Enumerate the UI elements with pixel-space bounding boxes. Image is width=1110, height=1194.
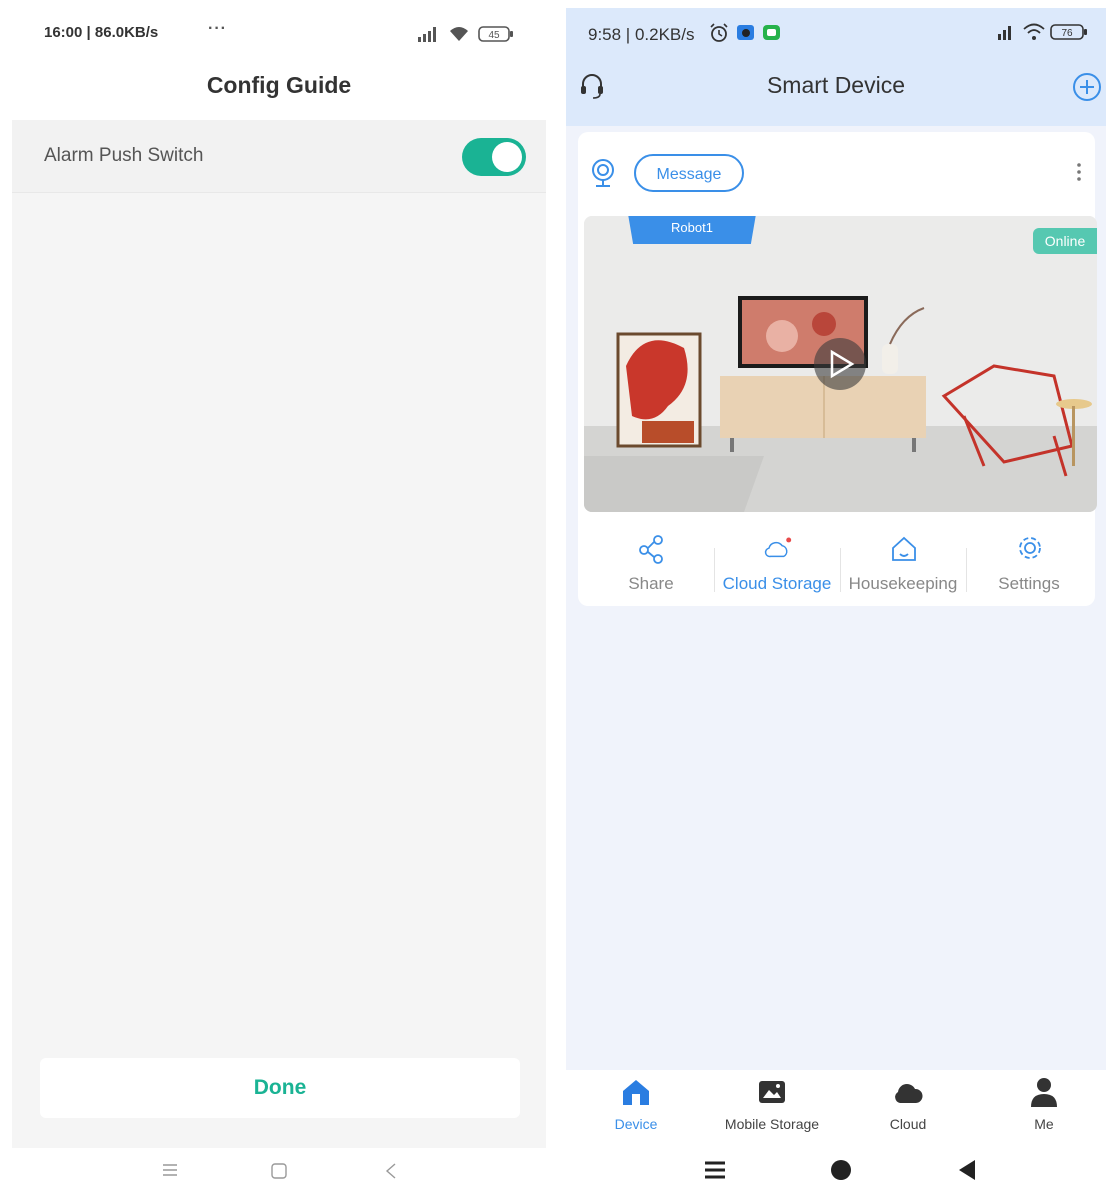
cloud-icon	[895, 1084, 923, 1103]
tab-device[interactable]: Device	[576, 1070, 696, 1146]
home-button-icon[interactable]	[830, 1159, 852, 1181]
camera-preview[interactable]: Robot1 Online	[584, 216, 1097, 512]
message-button[interactable]: Message	[634, 154, 744, 192]
share-icon	[639, 535, 663, 564]
device-actions: Share Cloud Storage Housekeeping Setting…	[578, 530, 1095, 602]
alarm-push-row: Alarm Push Switch	[12, 120, 546, 193]
done-button[interactable]: Done	[40, 1058, 520, 1118]
housekeeping-action[interactable]: Housekeeping	[840, 530, 966, 602]
bottom-tab-bar: Device Mobile Storage Cloud Me	[566, 1070, 1106, 1146]
battery-level: 45	[488, 30, 500, 41]
tab-cloud-label: Cloud	[889, 1116, 927, 1132]
battery-icon: 76	[1050, 24, 1087, 40]
menu-icon[interactable]	[704, 1160, 726, 1180]
device-card: Message Robot1 Online Share Cloud Storag…	[578, 132, 1097, 606]
signal-icon	[998, 26, 1011, 40]
housekeeping-label: Housekeeping	[848, 574, 958, 593]
alarm-clock-icon	[710, 23, 728, 42]
status-time: 16:00 | 86.0KB/s	[44, 24, 159, 41]
more-options-icon[interactable]	[1077, 162, 1081, 182]
config-guide-screen: 16:00 | 86.0KB/s ··· 45 Config Guide Ala…	[10, 8, 548, 1194]
cloud-icon	[764, 537, 792, 558]
page-title: Config Guide	[206, 72, 352, 98]
toggle-knob	[492, 142, 522, 172]
chat-notification-icon	[763, 25, 780, 40]
tab-device-label: Device	[614, 1116, 658, 1132]
wifi-icon	[1023, 23, 1045, 40]
smart-device-screen: 9:58 | 0.2KB/s 76 Smart Device Message R…	[566, 8, 1106, 1194]
battery-level: 76	[1061, 28, 1073, 39]
camera-icon	[592, 159, 614, 187]
home-icon	[892, 536, 916, 561]
wifi-icon	[450, 27, 468, 41]
tab-me-label: Me	[1034, 1116, 1054, 1132]
cloud-storage-action[interactable]: Cloud Storage	[714, 530, 840, 602]
alarm-push-label: Alarm Push Switch	[44, 145, 204, 166]
share-action[interactable]: Share	[588, 530, 714, 602]
tab-me[interactable]: Me	[984, 1070, 1104, 1146]
settings-action[interactable]: Settings	[966, 530, 1092, 602]
app-notification-icon	[737, 25, 754, 40]
alarm-push-toggle[interactable]	[462, 138, 526, 176]
battery-icon: 45	[478, 26, 513, 42]
image-icon	[759, 1081, 785, 1103]
add-device-icon[interactable]	[1072, 72, 1102, 102]
system-nav-bar	[566, 1146, 1106, 1194]
system-nav-bar	[10, 1150, 548, 1194]
device-name-tag: Robot1	[628, 216, 756, 244]
tab-mobile-storage[interactable]: Mobile Storage	[712, 1070, 832, 1146]
signal-icon	[418, 27, 436, 42]
settings-body: Alarm Push Switch Done	[12, 120, 546, 1148]
menu-icon[interactable]	[162, 1162, 178, 1178]
room-snapshot-image	[584, 216, 1097, 512]
status-more: ···	[208, 20, 227, 37]
tab-cloud[interactable]: Cloud	[848, 1070, 968, 1146]
person-icon	[1031, 1078, 1057, 1107]
back-icon[interactable]	[958, 1159, 976, 1181]
gear-icon	[1019, 537, 1041, 559]
status-bar: 16:00 | 86.0KB/s ··· 45	[10, 8, 548, 60]
page-title: Smart Device	[766, 72, 906, 98]
cloud-storage-label: Cloud Storage	[722, 574, 832, 593]
app-header: 9:58 | 0.2KB/s 76 Smart Device	[566, 8, 1106, 126]
back-icon[interactable]	[384, 1162, 398, 1180]
share-label: Share	[628, 574, 674, 593]
online-status-badge: Online	[1033, 228, 1097, 254]
tab-mobile-storage-label: Mobile Storage	[724, 1116, 820, 1132]
status-time: 9:58 | 0.2KB/s	[588, 25, 695, 44]
status-icons: 45	[416, 24, 514, 44]
home-button-icon[interactable]	[270, 1162, 288, 1180]
home-icon	[623, 1080, 649, 1105]
settings-label: Settings	[998, 574, 1060, 593]
